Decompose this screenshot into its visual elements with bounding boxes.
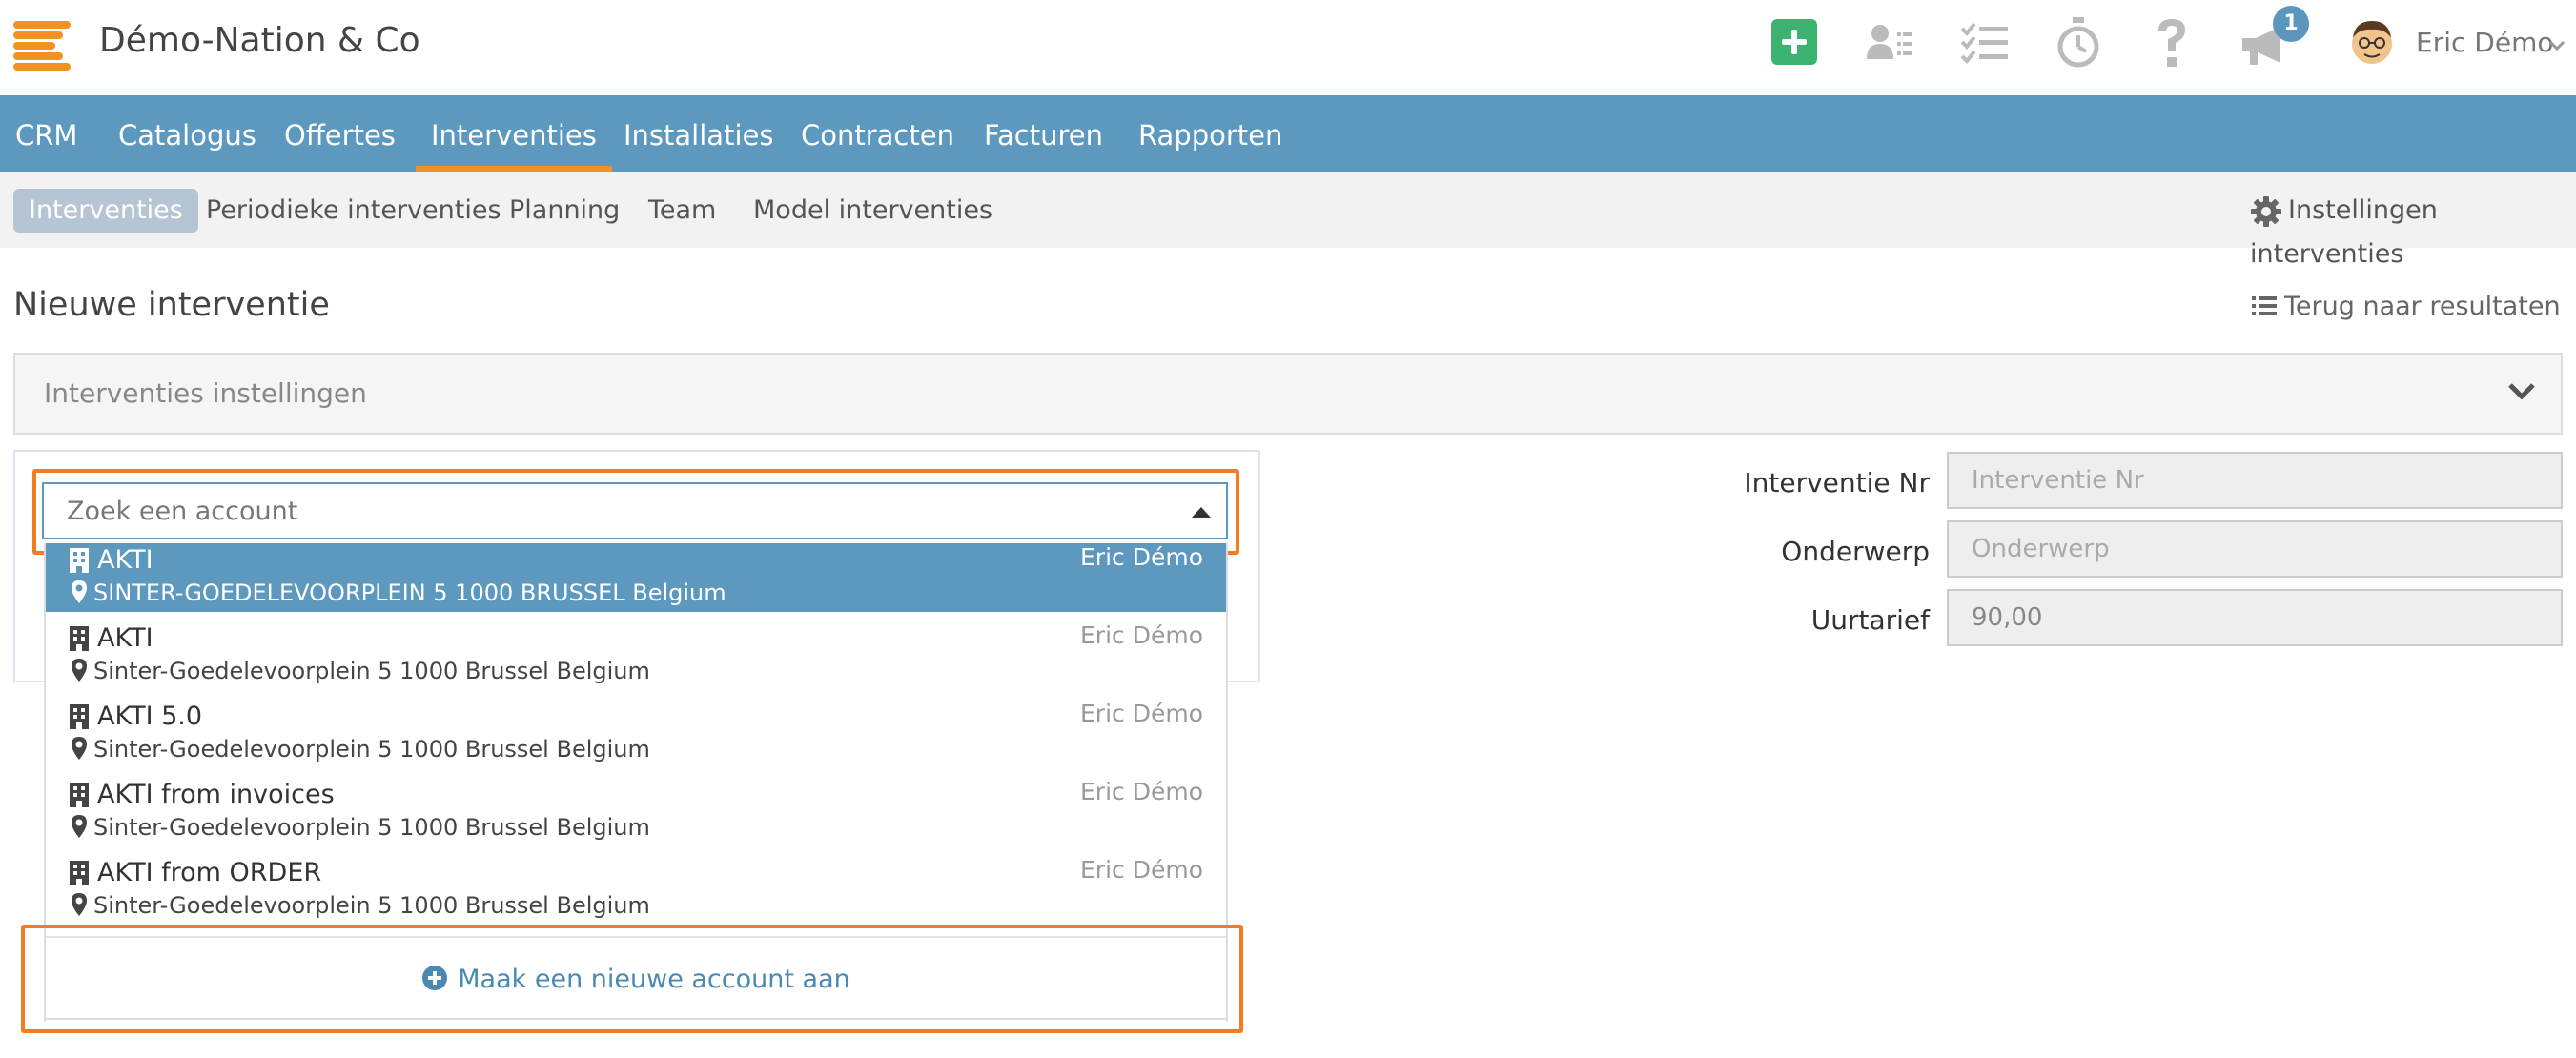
intervention-nr-label: Interventie Nr (1744, 467, 1930, 498)
intervention-nr-input[interactable] (1947, 452, 2563, 509)
nav-facturen[interactable]: Facturen (969, 95, 1118, 172)
settings-panel[interactable]: Interventies instellingen (13, 353, 2563, 435)
nav-contracten[interactable]: Contracten (786, 95, 970, 172)
create-account-label: Maak een nieuwe account aan (458, 965, 850, 994)
account-name: AKTI (97, 623, 153, 653)
list-icon (2252, 296, 2277, 315)
help-icon[interactable] (2153, 17, 2202, 67)
building-icon (70, 626, 89, 651)
contacts-icon[interactable] (1865, 21, 1914, 71)
account-name: AKTI from invoices (97, 780, 335, 809)
building-icon (70, 548, 89, 573)
account-owner: Eric Démo (1080, 778, 1203, 805)
sub-nav: Interventies Periodieke interventies Pla… (0, 172, 2576, 269)
account-name: AKTI (97, 545, 153, 575)
avatar[interactable] (2347, 17, 2397, 67)
subnav-interventies[interactable]: Interventies (13, 189, 198, 233)
nav-catalogus[interactable]: Catalogus (103, 95, 272, 172)
account-result-item[interactable]: AKTI Eric Démo SINTER-GOEDELEVOORPLEIN 5… (46, 543, 1226, 612)
subnav-model-interventies[interactable]: Model interventies (738, 189, 1008, 233)
account-name: AKTI from ORDER (97, 858, 322, 887)
stopwatch-icon[interactable] (2055, 17, 2105, 68)
account-owner: Eric Démo (1080, 856, 1203, 884)
user-name[interactable]: Eric Démo (2416, 27, 2553, 58)
map-marker-icon (72, 815, 87, 838)
subnav-periodieke-interventies[interactable]: Periodieke interventies (191, 189, 517, 233)
account-address: SINTER-GOEDELEVOORPLEIN 5 1000 BRUSSEL B… (93, 580, 726, 606)
map-marker-icon (72, 580, 87, 603)
plus-circle-icon (422, 966, 448, 990)
hourly-rate-input[interactable] (1947, 589, 2563, 646)
building-icon (70, 861, 89, 885)
notification-badge: 1 (2273, 6, 2309, 42)
nav-interventies[interactable]: Interventies (416, 95, 612, 172)
map-marker-icon (72, 659, 87, 682)
hourly-rate-label: Uurtarief (1810, 604, 1930, 636)
account-search-input[interactable] (44, 484, 1226, 538)
account-search-select[interactable] (42, 482, 1228, 539)
account-dropdown: AKTI Eric Démo SINTER-GOEDELEVOORPLEIN 5… (44, 543, 1228, 1022)
caret-up-icon[interactable] (1192, 507, 1211, 518)
account-results-list[interactable]: AKTI Eric Démo SINTER-GOEDELEVOORPLEIN 5… (46, 543, 1226, 925)
top-bar: Démo-Nation & Co 1 Eric Démo (0, 0, 2576, 95)
building-icon (70, 783, 89, 807)
back-to-results-link[interactable]: Terug naar resultaten (2252, 292, 2561, 321)
account-result-item[interactable]: AKTI from invoices Eric Démo Sinter-Goed… (46, 768, 1226, 846)
menu-logo-icon[interactable] (13, 21, 74, 72)
nav-installaties[interactable]: Installaties (608, 95, 788, 172)
main-nav: CRM Catalogus Offertes Interventies Inst… (0, 95, 2576, 172)
building-icon (70, 704, 89, 729)
tasks-icon[interactable] (1960, 21, 2010, 71)
chevron-down-icon[interactable] (2547, 38, 2566, 56)
account-address: Sinter-Goedelevoorplein 5 1000 Brussel B… (93, 814, 650, 841)
map-marker-icon (72, 893, 87, 916)
nav-rapporten[interactable]: Rapporten (1123, 95, 1298, 172)
gear-icon (2251, 195, 2281, 227)
account-result-item[interactable]: AKTI from ORDER Eric Démo Sinter-Goedele… (46, 846, 1226, 925)
account-owner: Eric Démo (1080, 700, 1203, 727)
subnav-team[interactable]: Team (633, 189, 731, 233)
account-address: Sinter-Goedelevoorplein 5 1000 Brussel B… (93, 736, 650, 763)
subnav-planning[interactable]: Planning (494, 189, 635, 233)
account-address: Sinter-Goedelevoorplein 5 1000 Brussel B… (93, 658, 650, 684)
account-result-item[interactable]: AKTI 5.0 Eric Démo Sinter-Goedelevoorple… (46, 690, 1226, 768)
settings-link[interactable]: Instellingen interventies (2250, 189, 2576, 269)
account-owner: Eric Démo (1080, 543, 1203, 571)
company-name: Démo-Nation & Co (99, 21, 420, 60)
chevron-down-icon[interactable] (2507, 381, 2536, 406)
subject-label: Onderwerp (1781, 536, 1930, 567)
map-marker-icon (72, 737, 87, 760)
account-owner: Eric Démo (1080, 621, 1203, 649)
account-result-item[interactable]: AKTI Eric Démo Sinter-Goedelevoorplein 5… (46, 612, 1226, 690)
back-label: Terug naar resultaten (2284, 292, 2561, 321)
nav-offertes[interactable]: Offertes (269, 95, 411, 172)
account-name: AKTI 5.0 (97, 702, 203, 731)
page-title: Nieuwe interventie (13, 286, 330, 324)
nav-crm[interactable]: CRM (0, 95, 92, 172)
panel-title: Interventies instellingen (44, 377, 367, 409)
subject-input[interactable] (1947, 520, 2563, 578)
plus-icon[interactable] (1771, 19, 1817, 65)
create-account-button[interactable]: Maak een nieuwe account aan (46, 936, 1226, 1020)
account-address: Sinter-Goedelevoorplein 5 1000 Brussel B… (93, 892, 650, 919)
